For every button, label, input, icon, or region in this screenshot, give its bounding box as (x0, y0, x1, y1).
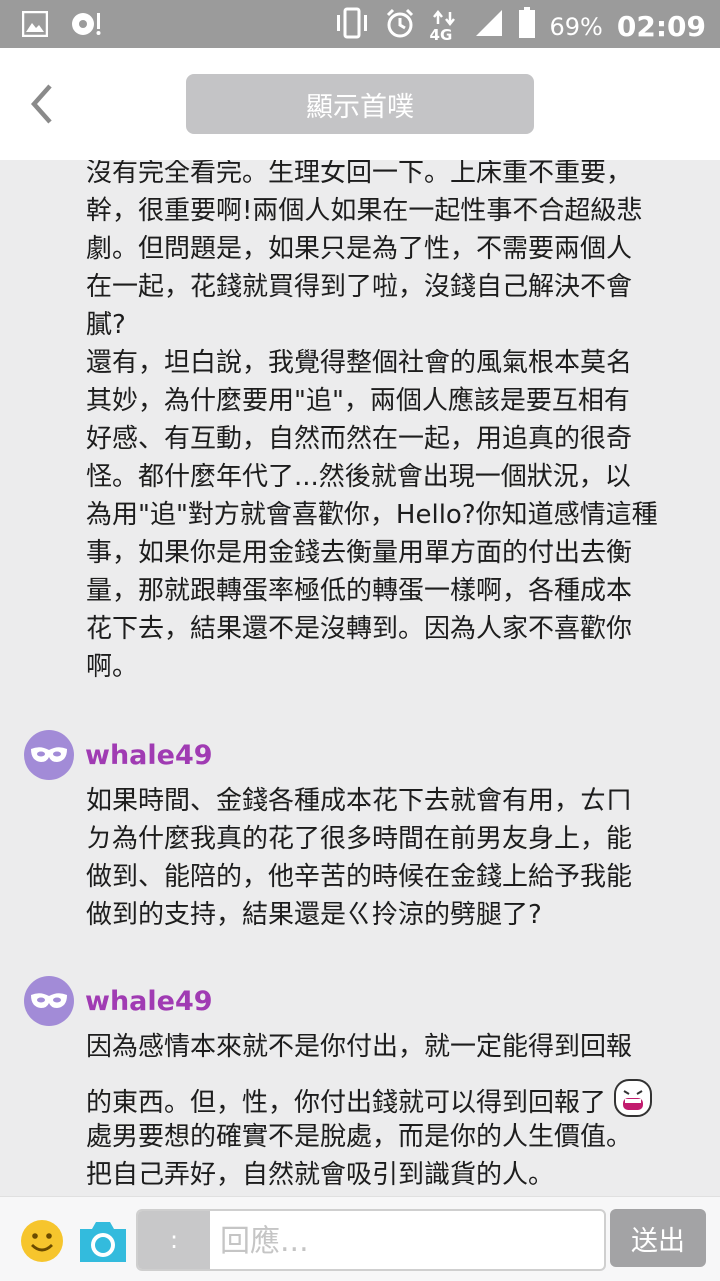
show-first-plurk-button[interactable]: 顯示首噗 (186, 74, 534, 134)
clock: 02:09 (616, 10, 706, 43)
alarm-icon (384, 7, 416, 46)
comment-header: whale49 (24, 730, 213, 780)
battery-percent: 69% (549, 12, 603, 41)
post-text: 沒有完全看完。生理女回一下。上床重不重要， 幹，很重要啊!兩個人如果在一起性事不… (86, 160, 658, 682)
comment-text: 如果時間、金錢各種成本花下去就會有用，ㄊㄇ ㄉ為什麼我真的花了很多時間在前男友身… (86, 786, 633, 930)
camera-button[interactable] (76, 1217, 130, 1265)
camera-icon (80, 1222, 126, 1262)
mask-icon (31, 747, 67, 762)
qualifier-selector[interactable]: : (138, 1211, 210, 1269)
plurk-content[interactable]: 沒有完全看完。生理女回一下。上床重不重要， 幹，很重要啊!兩個人如果在一起性事不… (0, 160, 720, 1196)
network-type: 4G (429, 25, 453, 44)
reply-input-container: : (136, 1209, 606, 1271)
battery-icon (518, 7, 536, 46)
smile-icon (21, 1220, 63, 1262)
comment-author[interactable]: whale49 (85, 740, 213, 771)
vibrate-icon (334, 6, 370, 47)
comment-author[interactable]: whale49 (85, 986, 213, 1017)
comment-text-line1: 因為感情本來就不是你付出，就一定能得到回報 (86, 1032, 633, 1062)
comment-text-rest: 處男要想的確實不是脫處，而是你的人生價值。 把自己弄好，自然就會吸引到識貨的人。 (86, 1122, 633, 1190)
gallery-icon (21, 10, 49, 41)
mask-icon (31, 993, 67, 1008)
header: 顯示首噗 (0, 48, 720, 160)
comment-text-segment: 的東西。但，性，你付出錢就可以得到回報了 (86, 1088, 607, 1118)
reply-bar: : 送出 (0, 1196, 720, 1281)
emoticon-button[interactable] (20, 1219, 64, 1263)
signal-icon (474, 8, 504, 45)
data-icon: 4G (429, 9, 460, 44)
avatar[interactable] (24, 730, 74, 780)
chevron-left-icon (30, 84, 52, 124)
avatar[interactable] (24, 976, 74, 1026)
reply-input[interactable] (218, 1211, 602, 1269)
media-icon (70, 10, 102, 42)
send-button[interactable]: 送出 (610, 1209, 706, 1267)
comment-header: whale49 (24, 976, 213, 1026)
status-bar: 4G 69% 02:09 (0, 0, 720, 48)
back-button[interactable] (22, 82, 62, 126)
